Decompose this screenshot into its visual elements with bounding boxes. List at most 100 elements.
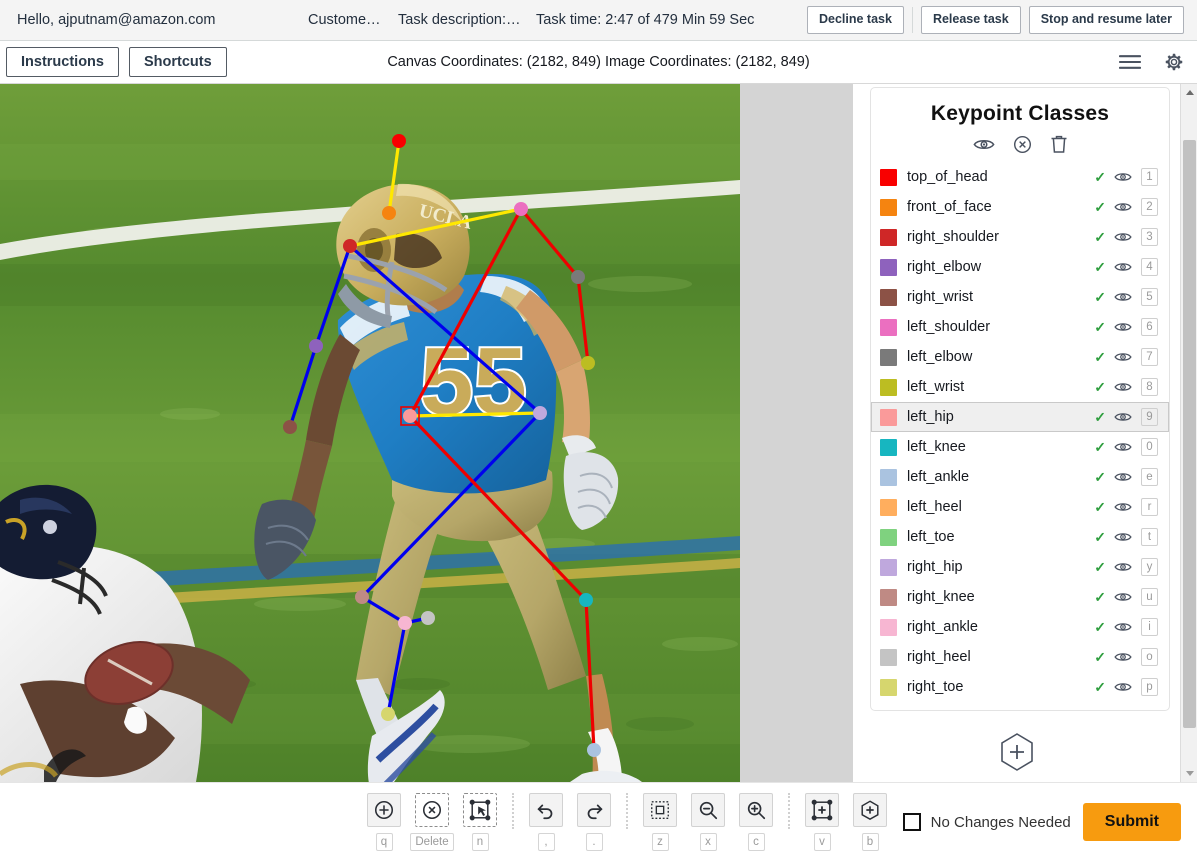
customer-link[interactable]: Custome… [308,12,381,28]
keypoint-left-hip[interactable] [403,409,417,423]
tool-shortcut-key: x [699,833,717,851]
hamburger-menu-icon[interactable] [1119,54,1141,70]
keypoint-class-row-right-heel[interactable]: right_heel ✓ o [871,642,1169,672]
tool-cell-add-point: q [360,793,408,851]
keypoint-left-wrist[interactable] [581,356,595,370]
visibility-eye-icon[interactable] [1114,681,1132,693]
hex-plus-icon[interactable] [853,793,887,827]
instructions-button[interactable]: Instructions [6,47,119,77]
keypoint-class-row-right-hip[interactable]: right_hip ✓ y [871,552,1169,582]
release-task-button[interactable]: Release task [920,6,1021,34]
keypoint-left-knee[interactable] [579,593,593,607]
keypoint-class-row-left-ankle[interactable]: left_ankle ✓ e [871,462,1169,492]
keypoint-right-hip[interactable] [533,406,547,420]
scrollbar-thumb[interactable] [1183,140,1196,728]
decline-task-button[interactable]: Decline task [806,6,904,34]
keypoint-class-row-right-shoulder[interactable]: right_shoulder ✓ 3 [871,222,1169,252]
no-changes-needed-checkbox[interactable] [902,813,921,831]
keypoint-class-row-front-of-face[interactable]: front_of_face ✓ 2 [871,192,1169,222]
visibility-eye-icon[interactable] [1114,231,1132,243]
submit-button[interactable]: Submit [1082,803,1181,841]
zoom-in-icon[interactable] [739,793,773,827]
fit-to-screen-icon[interactable] [643,793,677,827]
keypoint-right-shoulder[interactable] [343,239,357,253]
gear-icon[interactable] [1163,51,1185,73]
keypoint-left-shoulder[interactable] [514,202,528,216]
tool-cell-add-box: v [798,793,846,851]
hide-all-circle-x-icon[interactable] [1013,135,1032,154]
keypoint-class-row-right-knee[interactable]: right_knee ✓ u [871,582,1169,612]
keypoint-class-label: right_heel [907,649,971,665]
keypoint-classes-panel: Keypoint Classes top_of_head ✓ 1 front_o… [853,84,1180,782]
keypoint-left-ankle[interactable] [587,743,601,757]
stop-and-resume-later-button[interactable]: Stop and resume later [1028,6,1184,34]
keypoint-class-row-left-shoulder[interactable]: left_shoulder ✓ 6 [871,312,1169,342]
keypoint-class-row-left-toe[interactable]: left_toe ✓ t [871,522,1169,552]
color-swatch [880,198,897,216]
keypoint-class-row-right-toe[interactable]: right_toe ✓ p [871,672,1169,702]
visibility-eye-icon[interactable] [1114,471,1132,483]
keypoint-right-ankle[interactable] [398,616,412,630]
undo-icon[interactable] [529,793,563,827]
keypoint-class-row-top-of-head[interactable]: top_of_head ✓ 1 [871,162,1169,192]
color-swatch [880,348,897,366]
keypoint-class-row-left-knee[interactable]: left_knee ✓ 0 [871,432,1169,462]
keypoint-class-label: left_knee [907,439,966,455]
shortcuts-button[interactable]: Shortcuts [128,47,227,77]
keypoint-class-label: front_of_face [907,199,992,215]
visibility-eye-icon[interactable] [1114,201,1132,213]
delete-all-trash-icon[interactable] [1050,134,1068,154]
task-description-link[interactable]: Task description:… [398,12,521,28]
delete-point-icon[interactable] [415,793,449,827]
keypoint-class-row-right-ankle[interactable]: right_ankle ✓ i [871,612,1169,642]
keypoint-right-wrist[interactable] [283,420,297,434]
page-scrollbar[interactable] [1180,84,1197,782]
visibility-eye-icon[interactable] [1114,291,1132,303]
task-time-label: Task time: 2:47 of 479 Min 59 Sec [536,12,755,28]
visibility-eye-icon[interactable] [1114,381,1132,393]
visibility-eye-icon[interactable] [1114,441,1132,453]
scroll-down-arrow[interactable] [1181,765,1197,782]
hex-plus-icon[interactable] [999,732,1035,777]
keypoint-class-row-left-heel[interactable]: left_heel ✓ r [871,492,1169,522]
tool-cell-zoom-in: c [732,793,780,851]
zoom-out-icon[interactable] [691,793,725,827]
keypoint-class-row-left-elbow[interactable]: left_elbow ✓ 7 [871,342,1169,372]
keypoint-class-row-right-wrist[interactable]: right_wrist ✓ 5 [871,282,1169,312]
visibility-eye-icon[interactable] [1114,411,1132,423]
add-box-icon[interactable] [805,793,839,827]
visibility-eye-icon[interactable] [1114,531,1132,543]
keypoint-right-knee[interactable] [355,590,369,604]
keypoint-front-of-face[interactable] [382,206,396,220]
visibility-eye-icon[interactable] [1114,351,1132,363]
task-image[interactable]: 55 UCLA [0,84,740,782]
visibility-eye-icon[interactable] [1114,321,1132,333]
visibility-eye-icon[interactable] [1114,621,1132,633]
add-point-icon[interactable] [367,793,401,827]
keypoint-class-list[interactable]: top_of_head ✓ 1 front_of_face ✓ 2 right_should… [871,162,1169,702]
keypoint-class-row-left-hip[interactable]: left_hip ✓ 9 [871,402,1169,432]
visibility-eye-icon[interactable] [1114,261,1132,273]
keypoint-right-elbow[interactable] [309,339,323,353]
redo-icon[interactable] [577,793,611,827]
annotation-canvas[interactable]: 55 UCLA [0,84,853,782]
visibility-eye-icon[interactable] [1114,561,1132,573]
visibility-eye-icon[interactable] [1114,171,1132,183]
keypoint-right-toe[interactable] [381,707,395,721]
annotated-check-icon: ✓ [1094,558,1106,575]
keypoint-class-label: right_hip [907,559,963,575]
show-all-eye-icon[interactable] [972,137,995,152]
select-box-icon[interactable] [463,793,497,827]
keypoint-right-heel[interactable] [421,611,435,625]
visibility-eye-icon[interactable] [1114,651,1132,663]
scroll-up-arrow[interactable] [1181,84,1197,101]
keypoint-top-of-head[interactable] [392,134,406,148]
keypoint-left-elbow[interactable] [571,270,585,284]
color-swatch [880,618,897,636]
shortcut-key-badge: o [1141,648,1158,666]
keypoint-class-row-right-elbow[interactable]: right_elbow ✓ 4 [871,252,1169,282]
keypoint-class-row-left-wrist[interactable]: left_wrist ✓ 8 [871,372,1169,402]
visibility-eye-icon[interactable] [1114,591,1132,603]
visibility-eye-icon[interactable] [1114,501,1132,513]
keypoint-class-label: left_elbow [907,349,973,365]
